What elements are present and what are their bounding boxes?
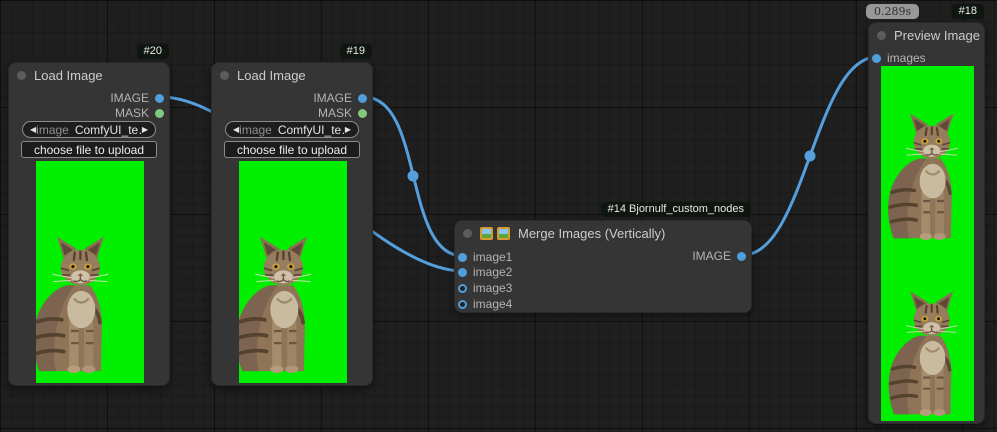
input-dot-image1-icon[interactable]: [458, 253, 467, 262]
execution-time-badge: 0.289s: [866, 4, 919, 19]
node-title-label: Load Image: [34, 68, 103, 83]
input-label: image3: [473, 281, 512, 295]
output-label: MASK: [318, 106, 352, 120]
node-load-image-20[interactable]: #20 Load Image IMAGE MASK ◀ image ComfyU…: [8, 62, 170, 386]
combo-value: ComfyUI_te…: [278, 123, 345, 137]
input-slot-image3[interactable]: image3: [455, 281, 512, 295]
node-id-badge: #20: [137, 44, 169, 59]
output-dot-image-icon[interactable]: [358, 94, 367, 103]
collapse-dot-icon[interactable]: [877, 31, 886, 40]
node-title-bar[interactable]: Preview Image: [869, 23, 984, 48]
node-title-label: Merge Images (Vertically): [518, 226, 665, 241]
collapse-dot-icon[interactable]: [220, 71, 229, 80]
choose-file-button[interactable]: choose file to upload: [21, 141, 157, 158]
output-label: IMAGE: [110, 91, 149, 105]
input-dot-images-icon[interactable]: [872, 54, 881, 63]
output-label: MASK: [115, 106, 149, 120]
node-load-image-19[interactable]: #19 Load Image IMAGE MASK ◀ image ComfyU…: [211, 62, 373, 386]
input-slot-image2[interactable]: image2: [455, 265, 512, 279]
collapse-dot-icon[interactable]: [17, 71, 26, 80]
image-combo-widget[interactable]: ◀ image ComfyUI_te… ▶: [22, 121, 156, 138]
input-dot-image4-icon[interactable]: [458, 300, 467, 309]
combo-value: ComfyUI_te…: [75, 123, 142, 137]
output-dot-mask-icon[interactable]: [155, 109, 164, 118]
output-slot-mask[interactable]: MASK: [318, 106, 372, 120]
input-label: image1: [473, 250, 512, 264]
collapse-dot-icon[interactable]: [463, 229, 472, 238]
input-slot-image4[interactable]: image4: [455, 297, 512, 311]
output-slot-mask[interactable]: MASK: [115, 106, 169, 120]
node-title-bar[interactable]: Load Image: [212, 63, 372, 88]
node-preview-image-18[interactable]: 0.289s #18 Preview Image images: [868, 22, 985, 424]
output-label: IMAGE: [692, 249, 731, 263]
node-title-label: Preview Image: [894, 28, 980, 43]
combo-label: image: [239, 123, 272, 137]
comfyui-canvas[interactable]: { "colors": { "link": "#559fdd", "slot_i…: [0, 0, 997, 432]
output-label: IMAGE: [313, 91, 352, 105]
cat-image: [885, 108, 963, 240]
input-label: images: [887, 51, 926, 65]
node-title-bar[interactable]: Merge Images (Vertically): [455, 221, 751, 246]
image-preview: [36, 161, 144, 383]
input-slot-image1[interactable]: image1: [455, 250, 512, 264]
output-dot-image-icon[interactable]: [737, 252, 746, 261]
choose-file-button[interactable]: choose file to upload: [224, 141, 360, 158]
output-slot-image[interactable]: IMAGE: [313, 91, 372, 105]
output-dot-mask-icon[interactable]: [358, 109, 367, 118]
input-dot-image3-icon[interactable]: [458, 284, 467, 293]
image-combo-widget[interactable]: ◀ image ComfyUI_te… ▶: [225, 121, 359, 138]
cat-image: [36, 221, 114, 373]
input-dot-image2-icon[interactable]: [458, 268, 467, 277]
node-title-label: Load Image: [237, 68, 306, 83]
picture-icon: [497, 227, 510, 240]
output-dot-image-icon[interactable]: [155, 94, 164, 103]
input-slot-images[interactable]: images: [869, 51, 926, 65]
node-id-badge: #18: [952, 4, 984, 19]
image-preview: [239, 161, 347, 383]
link-midpoint-dot[interactable]: [805, 151, 816, 162]
picture-icon: [480, 227, 493, 240]
cat-image: [885, 288, 963, 416]
input-label: image4: [473, 297, 512, 311]
node-merge-images-vertically[interactable]: #14 Bjornulf_custom_nodes Merge Images (…: [454, 220, 752, 313]
next-arrow-icon[interactable]: ▶: [142, 126, 148, 134]
merged-image-preview: [881, 66, 974, 421]
output-slot-image[interactable]: IMAGE: [692, 249, 751, 263]
link-midpoint-dot[interactable]: [408, 171, 419, 182]
input-label: image2: [473, 265, 512, 279]
node-title-bar[interactable]: Load Image: [9, 63, 169, 88]
node-id-badge: #19: [340, 44, 372, 59]
combo-label: image: [36, 123, 69, 137]
next-arrow-icon[interactable]: ▶: [345, 126, 351, 134]
output-slot-image[interactable]: IMAGE: [110, 91, 169, 105]
node-id-badge: #14 Bjornulf_custom_nodes: [601, 202, 751, 217]
cat-image: [239, 221, 317, 373]
